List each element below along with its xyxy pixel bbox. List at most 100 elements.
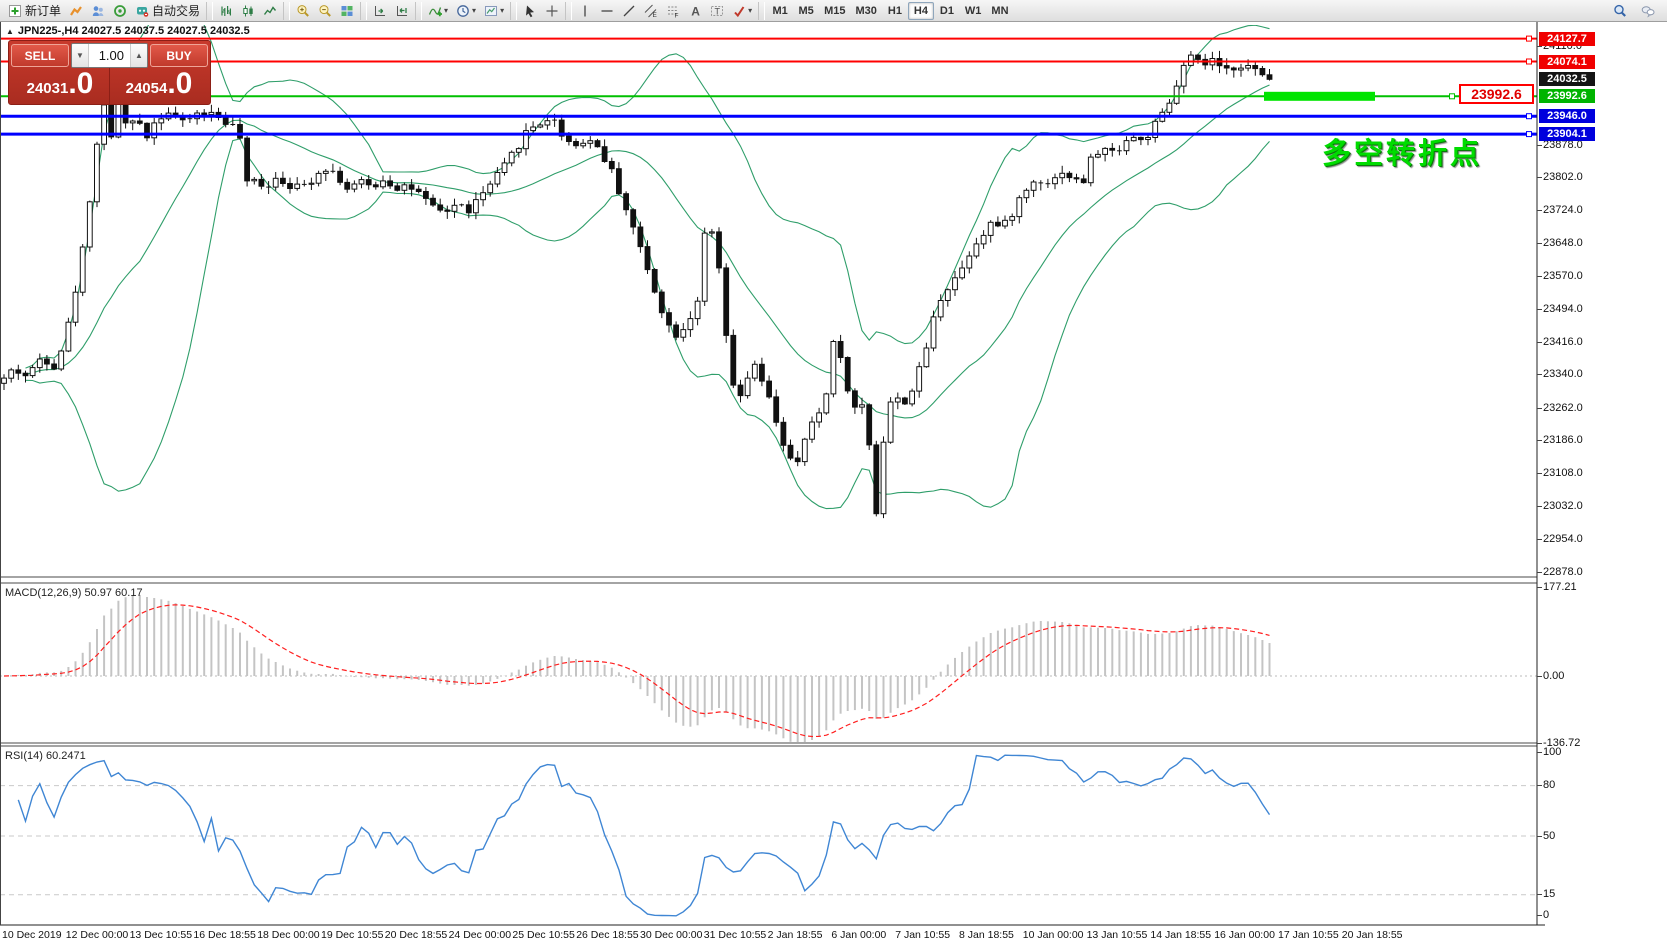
arrows-button[interactable]: ▾	[728, 1, 756, 21]
chart-window[interactable]: ▲ JPN225-,H4 24027.5 24037.5 24027.5 240…	[0, 22, 1667, 947]
timeframe-h4-button[interactable]: H4	[908, 2, 934, 20]
candlestick-chart-button[interactable]	[237, 1, 259, 21]
timeframe-m30-button[interactable]: M30	[851, 2, 882, 20]
chevron-down-icon[interactable]: ▾	[472, 6, 476, 15]
auto-scroll-icon	[373, 4, 387, 18]
buy-price[interactable]: 24054 .0	[110, 68, 208, 104]
mt4-window: 新订单 自动交易 ▾ ▾ ▾ E F A T ▾ M1M5M15M30H1H4D1W1MN ▲ JP…	[0, 0, 1667, 947]
volume-increase-button[interactable]: ▲	[130, 44, 147, 67]
text-label-button[interactable]: T	[706, 1, 728, 21]
toolbar: 新订单 自动交易 ▾ ▾ ▾ E F A T ▾ M1M5M15M30H1H4D1W1MN	[0, 0, 1667, 22]
toolbar-separator	[206, 2, 213, 20]
timeframe-m1-button[interactable]: M1	[767, 2, 793, 20]
text-button[interactable]: A	[684, 1, 706, 21]
chart-ohlc-title: JPN225-,H4 24027.5 24037.5 24027.5 24032…	[18, 25, 250, 37]
trendline-button[interactable]	[618, 1, 640, 21]
profiles-button[interactable]	[87, 1, 109, 21]
svg-text:T: T	[715, 6, 721, 16]
timeframe-h1-button[interactable]: H1	[882, 2, 908, 20]
auto-trading-button[interactable]: 自动交易	[131, 1, 204, 21]
auto-trading-label: 自动交易	[152, 2, 200, 19]
bar-chart-icon	[219, 4, 233, 18]
line-chart-icon	[263, 4, 277, 18]
chevron-down-icon[interactable]: ▾	[748, 6, 752, 15]
search-icon	[1613, 4, 1627, 18]
timeframe-d1-button[interactable]: D1	[934, 2, 960, 20]
turning-point-annotation[interactable]: 多空转折点	[1322, 130, 1482, 172]
chevron-down-icon[interactable]: ▾	[444, 6, 448, 15]
sell-button[interactable]: SELL	[11, 44, 69, 67]
volume-stepper: ▼ 1.00 ▲	[71, 43, 148, 68]
sell-price[interactable]: 24031 .0	[11, 68, 110, 104]
toolbar-separator	[565, 2, 572, 20]
text-icon: A	[688, 4, 702, 18]
chat-button[interactable]	[1637, 1, 1659, 21]
chevron-down-icon[interactable]: ▾	[500, 6, 504, 15]
indicators-icon	[428, 4, 442, 18]
equidistant-channel-icon: E	[644, 4, 658, 18]
chart-shift-icon	[395, 4, 409, 18]
trendline-icon	[622, 4, 636, 18]
horizontal-line-button[interactable]	[596, 1, 618, 21]
vertical-line-icon	[578, 4, 592, 18]
svg-text:A: A	[691, 4, 700, 18]
new-order-label: 新订单	[25, 2, 61, 19]
collapse-icon[interactable]: ▲	[6, 27, 14, 36]
sell-price-frac: .0	[68, 69, 93, 99]
navigator-button[interactable]	[109, 1, 131, 21]
arrows-icon	[732, 4, 746, 18]
new-order-button[interactable]: 新订单	[4, 1, 65, 21]
fibonacci-button[interactable]: F	[662, 1, 684, 21]
templates-icon	[484, 4, 498, 18]
zoom-in-icon	[296, 4, 310, 18]
timeframe-m5-button[interactable]: M5	[793, 2, 819, 20]
toolbar-separator	[415, 2, 422, 20]
bar-chart-button[interactable]	[215, 1, 237, 21]
line-chart-button[interactable]	[259, 1, 281, 21]
svg-text:F: F	[675, 12, 679, 18]
fibonacci-icon: F	[666, 4, 680, 18]
sell-price-main: 24031	[27, 80, 69, 97]
volume-decrease-button[interactable]: ▼	[72, 44, 89, 67]
toolbar-separator	[360, 2, 367, 20]
new-chart-button[interactable]	[65, 1, 87, 21]
buy-price-frac: .0	[167, 69, 192, 99]
toolbar-separator	[283, 2, 290, 20]
candlestick-chart-icon	[241, 4, 255, 18]
periods-icon	[456, 4, 470, 18]
vertical-line-button[interactable]	[574, 1, 596, 21]
auto-trading-icon	[135, 4, 149, 18]
one-click-trade-panel: SELL ▼ 1.00 ▲ BUY 24031 .0 24054 .0	[8, 40, 211, 105]
text-label-icon: T	[710, 4, 724, 18]
volume-input[interactable]: 1.00	[89, 44, 130, 67]
search-button[interactable]	[1609, 1, 1631, 21]
timeframe-w1-button[interactable]: W1	[960, 2, 987, 20]
navigator-icon	[113, 4, 127, 18]
buy-button[interactable]: BUY	[150, 44, 208, 67]
tile-windows-button[interactable]	[336, 1, 358, 21]
zoom-out-button[interactable]	[314, 1, 336, 21]
chart-title-bar: ▲ JPN225-,H4 24027.5 24037.5 24027.5 240…	[6, 25, 250, 37]
svg-text:E: E	[653, 12, 658, 18]
timeframe-m15-button[interactable]: M15	[819, 2, 850, 20]
buy-price-main: 24054	[126, 80, 168, 97]
indicators-button[interactable]: ▾	[424, 1, 452, 21]
timeframe-mn-button[interactable]: MN	[986, 2, 1013, 20]
crosshair-icon	[545, 4, 559, 18]
toolbar-right-group	[1609, 1, 1663, 21]
horizontal-line-icon	[600, 4, 614, 18]
price-tag-label[interactable]: 23992.6	[1459, 84, 1534, 104]
tile-windows-icon	[340, 4, 354, 18]
toolbar-separator	[758, 2, 765, 20]
cursor-icon	[523, 4, 537, 18]
toolbar-separator	[510, 2, 517, 20]
periods-button[interactable]: ▾	[452, 1, 480, 21]
equidistant-channel-button[interactable]: E	[640, 1, 662, 21]
chart-shift-button[interactable]	[391, 1, 413, 21]
auto-scroll-button[interactable]	[369, 1, 391, 21]
new-order-icon	[8, 4, 22, 18]
cursor-button[interactable]	[519, 1, 541, 21]
templates-button[interactable]: ▾	[480, 1, 508, 21]
crosshair-button[interactable]	[541, 1, 563, 21]
zoom-in-button[interactable]	[292, 1, 314, 21]
